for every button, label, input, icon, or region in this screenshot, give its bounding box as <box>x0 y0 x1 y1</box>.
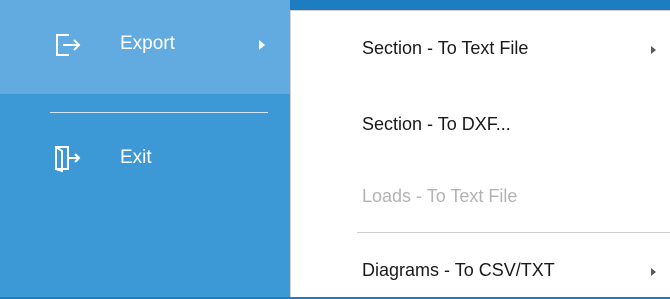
export-icon <box>52 30 82 60</box>
submenu-item-label: Loads - To Text File <box>362 186 518 206</box>
submenu-arrow-icon <box>259 40 265 50</box>
submenu-item-label: Diagrams - To CSV/TXT <box>362 260 555 280</box>
export-label: Export <box>120 33 175 54</box>
submenu-item-label: Section - To Text File <box>362 38 529 58</box>
chevron-right-icon <box>651 46 656 54</box>
exit-menu-item[interactable]: Exit <box>0 94 290 228</box>
submenu-item-diagrams-to-csv-txt[interactable]: Diagrams - To CSV/TXT <box>291 243 670 299</box>
submenu-item-section-to-dxf[interactable]: Section - To DXF... <box>291 97 670 153</box>
export-menu-item[interactable]: Export <box>0 0 290 94</box>
submenu-divider <box>357 232 670 233</box>
exit-icon <box>52 143 82 173</box>
submenu-item-section-to-text-file[interactable]: Section - To Text File <box>291 21 670 77</box>
submenu-item-loads-to-text-file: Loads - To Text File <box>291 169 670 225</box>
chevron-right-icon <box>651 268 656 276</box>
application-menu: Export Exit <box>0 0 290 297</box>
submenu-item-label: Section - To DXF... <box>362 114 511 134</box>
exit-label: Exit <box>120 147 152 168</box>
export-submenu: Section - To Text File Section - To DXF.… <box>290 10 670 297</box>
